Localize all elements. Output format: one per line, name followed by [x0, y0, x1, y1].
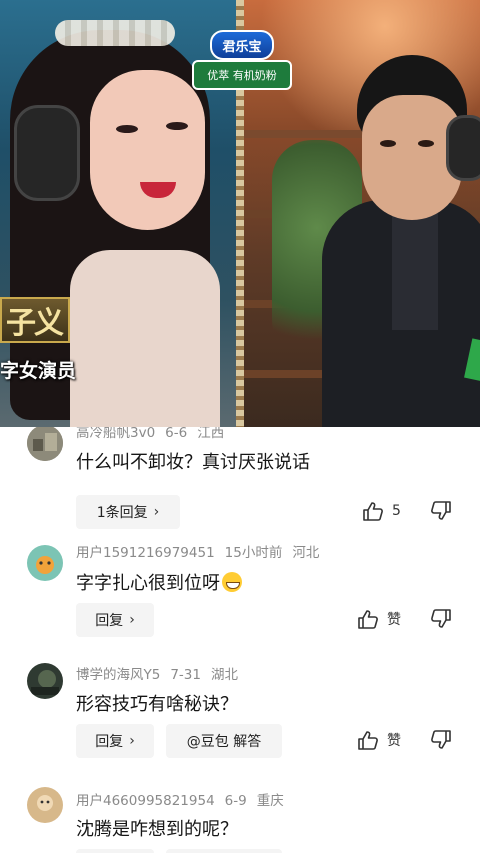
avatar-image-icon	[27, 545, 63, 581]
secondary-button-partial[interactable]	[166, 849, 282, 853]
avatar[interactable]	[27, 787, 63, 823]
reply-label: 回复	[95, 613, 124, 629]
comment-item: 高冷船帆3v0 6-6 江西 什么叫不卸妆？真讨厌张说话 1条回复 › 5	[0, 427, 480, 533]
comment-date: 6-6	[165, 427, 188, 441]
video-player[interactable]: 子义 字女演员 君乐宝 优萃 有机奶粉	[0, 0, 480, 427]
actress-eye-left	[116, 125, 138, 133]
avatar-image-icon	[27, 787, 63, 823]
comment-item: 博学的海风Y5 7-31 湖北 形容技巧有啥秘诀？ 回复 › @豆包 解答 赞	[0, 663, 480, 783]
thumbs-down-icon	[431, 730, 451, 749]
like-button[interactable]: 赞	[357, 609, 401, 629]
avatar[interactable]	[27, 663, 63, 699]
comment-meta: 用户1591216979451 15小时前 河北	[76, 541, 319, 561]
thumbs-up-icon	[363, 502, 383, 521]
view-replies-button[interactable]: 1条回复 ›	[76, 495, 180, 529]
thumbs-down-icon	[431, 609, 451, 628]
chevron-right-icon: ›	[129, 733, 135, 749]
like-label: 赞	[387, 612, 401, 628]
comment-list[interactable]: 高冷船帆3v0 6-6 江西 什么叫不卸妆？真讨厌张说话 1条回复 › 5 用户…	[0, 427, 480, 853]
thumbs-up-icon	[358, 610, 378, 629]
brand-tagline: 优萃 有机奶粉	[192, 60, 292, 90]
comment-username[interactable]: 用户1591216979451	[76, 545, 215, 561]
actor-eye-right	[418, 140, 434, 147]
comment-location: 湖北	[210, 667, 238, 683]
comment-meta: 用户4660995821954 6-9 重庆	[76, 789, 284, 809]
avatar[interactable]	[27, 427, 63, 461]
headphone-icon	[446, 115, 480, 181]
like-label: 赞	[387, 733, 401, 749]
avatar-image-icon	[27, 427, 63, 461]
reply-label: 回复	[95, 734, 124, 750]
reply-button-partial[interactable]	[76, 849, 154, 853]
like-button[interactable]: 赞	[357, 730, 401, 750]
actress-face	[90, 70, 205, 230]
comment-username[interactable]: 用户4660995821954	[76, 793, 215, 809]
comment-date: 7-31	[170, 667, 201, 683]
comment-meta: 高冷船帆3v0 6-6 江西	[76, 427, 224, 441]
thumbs-up-icon	[358, 731, 378, 750]
actor-shirt	[392, 210, 438, 330]
avatar[interactable]	[27, 545, 63, 581]
comment-text[interactable]: 字字扎心很到位呀	[76, 569, 242, 595]
comment-location: 河北	[292, 545, 320, 561]
comment-location: 江西	[197, 427, 225, 441]
dislike-button[interactable]	[430, 609, 452, 633]
comment-username[interactable]: 博学的海风Y5	[76, 667, 160, 683]
dislike-button[interactable]	[430, 501, 452, 525]
chevron-right-icon: ›	[129, 612, 135, 628]
comment-location: 重庆	[256, 793, 284, 809]
actor-eye-left	[380, 140, 396, 147]
comment-text-content: 字字扎心很到位呀	[76, 573, 220, 594]
actress-eye-right	[166, 122, 188, 130]
like-count: 5	[392, 503, 401, 519]
view-replies-label: 1条回复	[96, 505, 148, 521]
headphone-icon	[14, 105, 80, 201]
reply-button[interactable]: 回复 ›	[76, 603, 154, 637]
caption-subtitle: 字女演员	[0, 360, 77, 382]
ask-ai-label: @豆包 解答	[186, 734, 262, 750]
ask-ai-button[interactable]: @豆包 解答	[166, 724, 282, 758]
comment-item: 用户4660995821954 6-9 重庆 沈腾是咋想到的呢？	[0, 785, 480, 853]
comment-date: 6-9	[224, 793, 247, 809]
brand-name: 君乐宝	[210, 30, 274, 60]
dislike-button[interactable]	[430, 730, 452, 754]
actress-body	[70, 250, 220, 427]
reply-button[interactable]: 回复 ›	[76, 724, 154, 758]
brand-logo: 君乐宝 优萃 有机奶粉	[192, 30, 292, 90]
grinning-emoji-icon	[222, 572, 242, 592]
comment-text[interactable]: 什么叫不卸妆？真讨厌张说话	[76, 448, 310, 474]
comment-meta: 博学的海风Y5 7-31 湖北	[76, 663, 238, 683]
comment-text[interactable]: 沈腾是咋想到的呢？	[76, 815, 238, 841]
comment-item: 用户1591216979451 15小时前 河北 字字扎心很到位呀 回复 › 赞	[0, 539, 480, 659]
avatar-image-icon	[27, 663, 63, 699]
thumbs-down-icon	[431, 501, 451, 520]
chevron-right-icon: ›	[153, 504, 160, 520]
comment-date: 15小时前	[224, 545, 283, 561]
comment-text[interactable]: 形容技巧有啥秘诀？	[76, 690, 238, 716]
actress-headpiece	[55, 20, 175, 46]
like-button[interactable]: 5	[362, 501, 401, 521]
comment-username[interactable]: 高冷船帆3v0	[76, 427, 155, 441]
caption-name-box: 子义	[0, 297, 70, 343]
